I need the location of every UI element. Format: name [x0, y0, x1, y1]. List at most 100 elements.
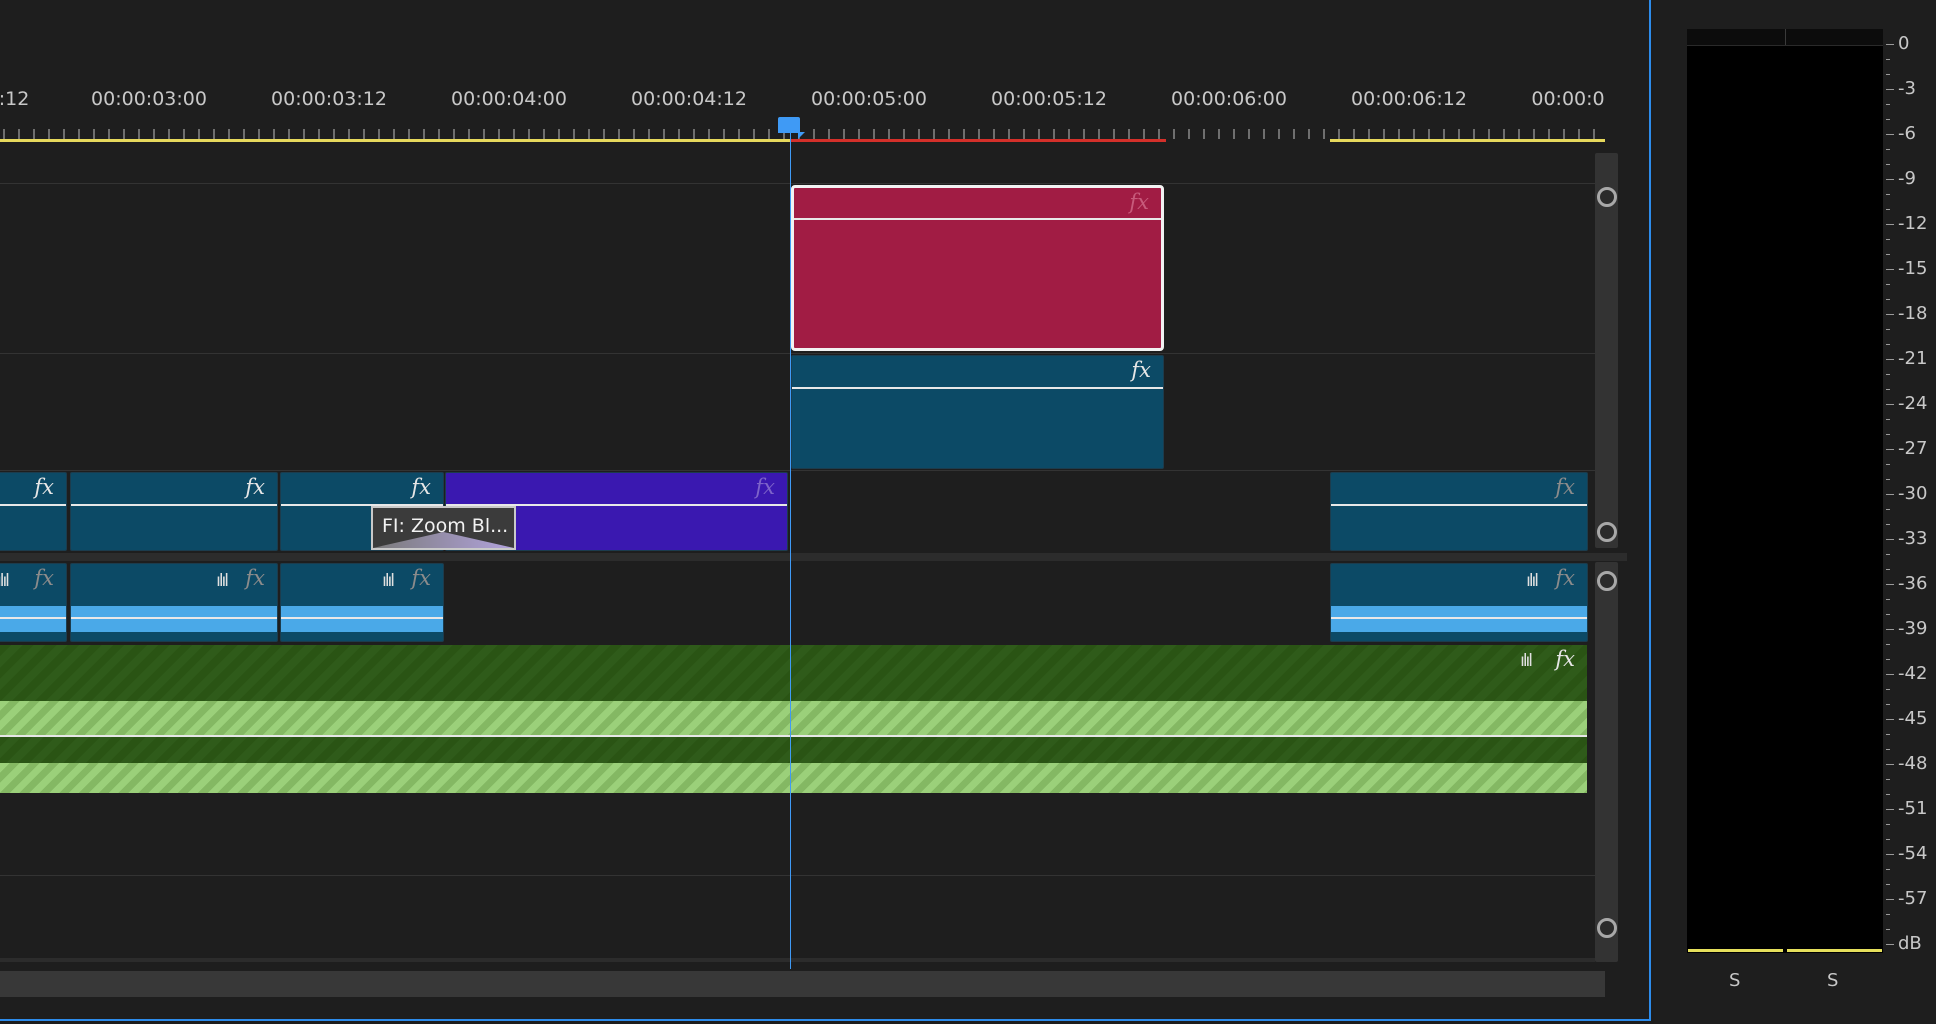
- video-track-scrollbar[interactable]: [1595, 153, 1618, 548]
- fx-icon[interactable]: fx: [755, 475, 775, 499]
- db-minor-tick: [1886, 884, 1890, 885]
- db-minor-tick: [1886, 209, 1890, 210]
- ruler-label: 00:00:05:12: [991, 88, 1107, 110]
- audio-volume-line[interactable]: [0, 617, 66, 619]
- fx-icon[interactable]: fx: [245, 475, 265, 499]
- ruler-label: 00:00:04:12: [631, 88, 747, 110]
- db-label: -42: [1898, 663, 1928, 684]
- fx-icon[interactable]: fx: [1129, 190, 1149, 214]
- audio-waveform: [0, 606, 66, 632]
- horizontal-scrollbar[interactable]: [0, 971, 1605, 997]
- db-minor-tick: [1886, 344, 1890, 345]
- db-major-tick: [1886, 359, 1894, 360]
- audio-volume-line[interactable]: [1331, 617, 1587, 619]
- fx-icon[interactable]: fx: [34, 475, 54, 499]
- db-minor-tick: [1886, 149, 1890, 150]
- db-minor-tick: [1886, 509, 1890, 510]
- db-minor-tick: [1886, 479, 1890, 480]
- ruler-label: 00:00:0: [1531, 88, 1605, 110]
- clip-header: fx: [0, 473, 66, 506]
- fx-icon[interactable]: fx: [1555, 475, 1575, 499]
- track-divider: [0, 875, 1595, 876]
- db-major-tick: [1886, 629, 1894, 630]
- db-label: -15: [1898, 258, 1928, 279]
- track-divider: [0, 353, 1595, 354]
- fx-icon[interactable]: fx: [34, 566, 54, 590]
- audio-volume-line[interactable]: [0, 735, 1587, 737]
- scroll-handle-top[interactable]: [1597, 187, 1617, 207]
- work-area-bar[interactable]: [0, 139, 790, 142]
- music-clip[interactable]: ılıl fx: [0, 645, 1587, 793]
- db-major-tick: [1886, 944, 1894, 945]
- time-ruler[interactable]: :12 00:00:03:00 00:00:03:12 00:00:04:00 …: [0, 88, 1610, 112]
- db-minor-tick: [1886, 749, 1890, 750]
- video-clip[interactable]: fx: [0, 472, 67, 551]
- audio-clip[interactable]: ılıl fx: [70, 563, 278, 642]
- clip-header: fx: [71, 473, 277, 506]
- db-label: -48: [1898, 753, 1928, 774]
- db-major-tick: [1886, 539, 1894, 540]
- fx-icon[interactable]: fx: [411, 566, 431, 590]
- video-clip[interactable]: fx: [791, 355, 1164, 469]
- db-major-tick: [1886, 404, 1894, 405]
- db-major-tick: [1886, 764, 1894, 765]
- channel-solo-right[interactable]: S: [1827, 970, 1838, 991]
- db-label: -12: [1898, 213, 1928, 234]
- playhead-line: [790, 124, 791, 969]
- db-major-tick: [1886, 854, 1894, 855]
- playhead-handle[interactable]: [778, 117, 800, 133]
- db-minor-tick: [1886, 599, 1890, 600]
- fx-icon[interactable]: fx: [1555, 647, 1575, 671]
- db-minor-tick: [1886, 74, 1890, 75]
- video-transition[interactable]: FI: Zoom Bl...: [371, 506, 516, 550]
- db-label: -39: [1898, 618, 1928, 639]
- db-label: -45: [1898, 708, 1928, 729]
- db-minor-tick: [1886, 929, 1890, 930]
- meter-level-right: [1787, 949, 1882, 952]
- video-clip[interactable]: fx: [1330, 472, 1588, 551]
- db-minor-tick: [1886, 389, 1890, 390]
- db-label: -24: [1898, 393, 1928, 414]
- fx-icon[interactable]: fx: [1131, 358, 1151, 382]
- waveform-icon: ılıl: [0, 571, 10, 591]
- db-label: -21: [1898, 348, 1928, 369]
- db-major-tick: [1886, 809, 1894, 810]
- db-minor-tick: [1886, 329, 1890, 330]
- clip-header: fx: [794, 188, 1161, 220]
- db-minor-tick: [1886, 914, 1890, 915]
- channel-solo-left[interactable]: S: [1729, 970, 1740, 991]
- db-major-tick: [1886, 89, 1894, 90]
- db-major-tick: [1886, 134, 1894, 135]
- work-area-bar[interactable]: [1330, 139, 1605, 142]
- fx-icon[interactable]: fx: [245, 566, 265, 590]
- db-minor-tick: [1886, 524, 1890, 525]
- meter-level-left: [1688, 949, 1783, 952]
- db-label: -51: [1898, 798, 1928, 819]
- db-label: -27: [1898, 438, 1928, 459]
- clip-header: fx: [446, 473, 787, 506]
- video-audio-divider[interactable]: [0, 553, 1627, 561]
- db-minor-tick: [1886, 434, 1890, 435]
- audio-clip[interactable]: ılıl fx: [0, 563, 67, 642]
- db-label: -30: [1898, 483, 1928, 504]
- db-label: 0: [1898, 33, 1910, 54]
- fx-icon[interactable]: fx: [1555, 566, 1575, 590]
- db-label: -36: [1898, 573, 1928, 594]
- fx-icon[interactable]: fx: [411, 475, 431, 499]
- audio-clip[interactable]: ılıl fx: [280, 563, 444, 642]
- video-clip[interactable]: fx: [70, 472, 278, 551]
- db-major-tick: [1886, 44, 1894, 45]
- playhead-tip: [798, 132, 805, 139]
- db-minor-tick: [1886, 374, 1890, 375]
- audio-track-scrollbar[interactable]: [1595, 562, 1618, 962]
- audio-volume-line[interactable]: [281, 617, 443, 619]
- scroll-handle-top[interactable]: [1597, 571, 1617, 591]
- scroll-handle-bottom[interactable]: [1597, 918, 1617, 938]
- audio-volume-line[interactable]: [71, 617, 277, 619]
- video-clip[interactable]: fx: [791, 185, 1164, 351]
- audio-waveform: [281, 606, 443, 632]
- audio-clip[interactable]: ılıl fx: [1330, 563, 1588, 642]
- db-minor-tick: [1886, 59, 1890, 60]
- scroll-handle-bottom[interactable]: [1597, 522, 1617, 542]
- audio-waveform: [1331, 606, 1587, 632]
